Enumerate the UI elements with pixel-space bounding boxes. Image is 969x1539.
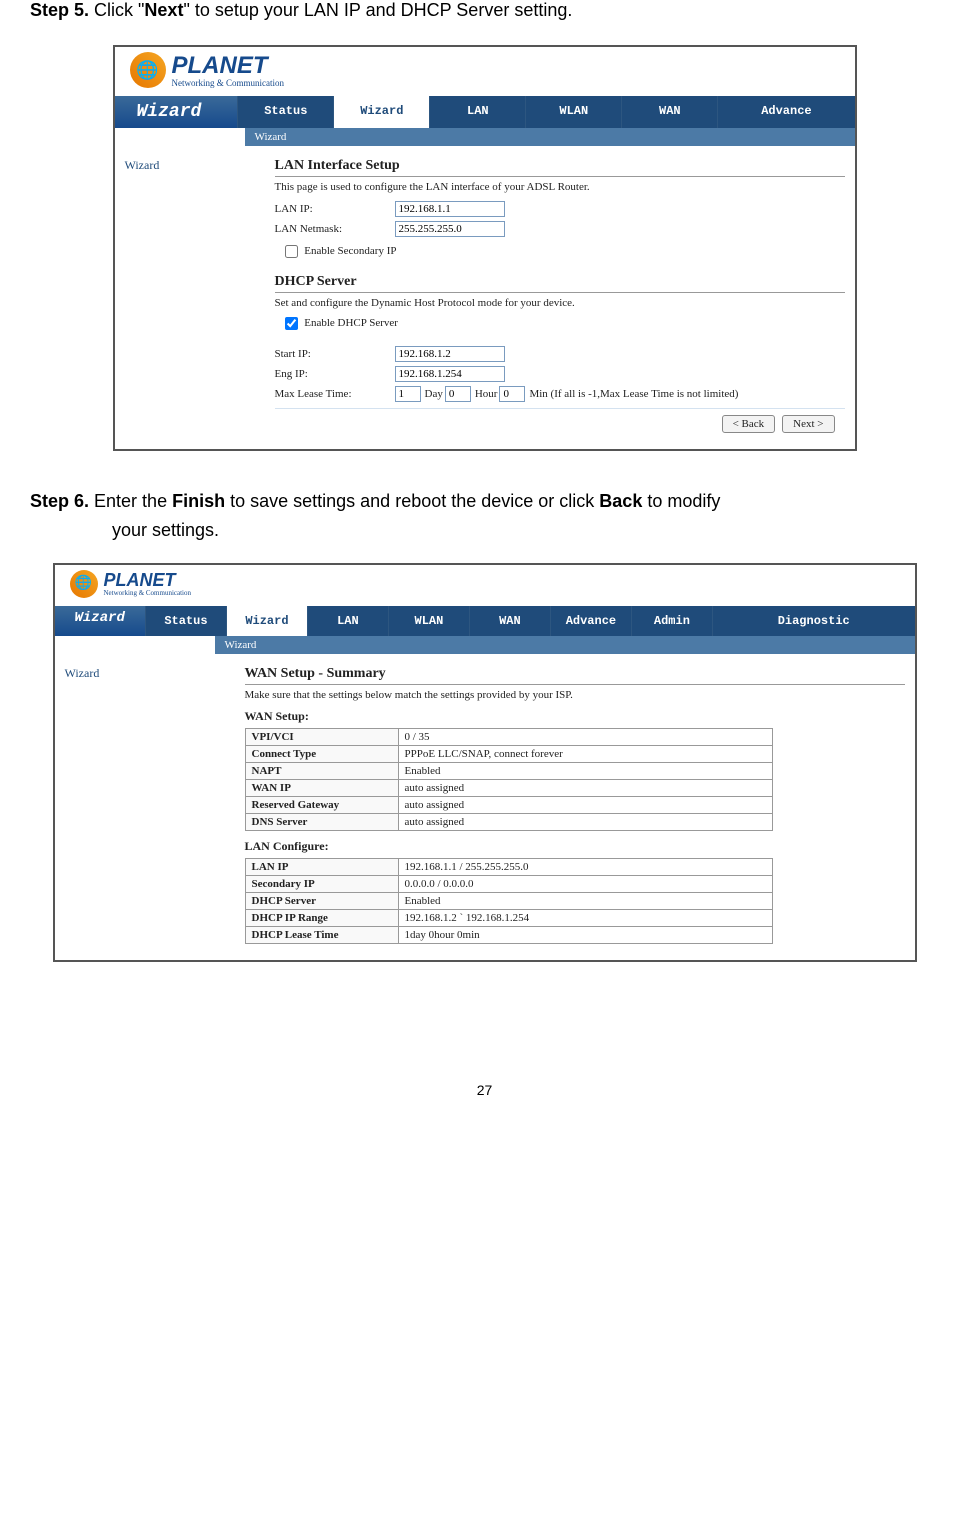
lan-netmask-label: LAN Netmask: xyxy=(275,223,395,235)
content-area-2: Wizard WAN Setup - Summary Make sure tha… xyxy=(55,654,915,960)
enable-secondary-ip-label: Enable Secondary IP xyxy=(304,245,396,257)
step5-prefix: Step 5. xyxy=(30,0,89,20)
page-number: 27 xyxy=(30,1082,939,1098)
row-lan-ip: LAN IP: xyxy=(275,201,845,217)
row-secondary-ip: Enable Secondary IP xyxy=(275,245,845,258)
lease-min-text: Min (If all is -1,Max Lease Time is not … xyxy=(529,388,738,400)
heading-summary: WAN Setup - Summary xyxy=(245,666,905,685)
main-panel: LAN Interface Setup This page is used to… xyxy=(265,146,855,449)
end-ip-input[interactable] xyxy=(395,366,505,382)
nav-wizard[interactable]: Wizard xyxy=(333,96,429,128)
breadcrumb: Wizard xyxy=(215,636,915,654)
step5-next-bold: Next xyxy=(144,0,183,20)
dhcp-desc: Set and configure the Dynamic Host Proto… xyxy=(275,297,845,309)
table-row: Reserved Gatewayauto assigned xyxy=(245,796,772,813)
logo-tagline: Networking & Communication xyxy=(172,78,285,88)
lan-netmask-input[interactable] xyxy=(395,221,505,237)
step6-prefix: Step 6. xyxy=(30,491,89,511)
button-row: < Back Next > xyxy=(275,408,845,441)
step6-finish-bold: Finish xyxy=(172,491,225,511)
nav-status[interactable]: Status xyxy=(145,606,226,636)
nav-status[interactable]: Status xyxy=(237,96,333,128)
end-ip-label: Eng IP: xyxy=(275,368,395,380)
table-row: NAPTEnabled xyxy=(245,762,772,779)
table-row: DHCP IP Range192.168.1.2 ` 192.168.1.254 xyxy=(245,909,772,926)
row-lan-netmask: LAN Netmask: xyxy=(275,221,845,237)
nav-wlan[interactable]: WLAN xyxy=(525,96,621,128)
nav-title: Wizard xyxy=(115,96,238,128)
nav-title: Wizard xyxy=(55,606,145,636)
back-button[interactable]: < Back xyxy=(722,415,776,433)
row-start-ip: Start IP: xyxy=(275,346,845,362)
heading-lan-setup: LAN Interface Setup xyxy=(275,158,845,177)
nav-advance[interactable]: Advance xyxy=(550,606,631,636)
navbar-2: Wizard Status Wizard LAN WLAN WAN Advanc… xyxy=(55,606,915,636)
nav-advance[interactable]: Advance xyxy=(717,96,854,128)
sidebar: Wizard xyxy=(55,654,235,960)
table-row: DNS Serverauto assigned xyxy=(245,813,772,830)
next-button[interactable]: Next > xyxy=(782,415,834,433)
enable-secondary-ip-checkbox[interactable] xyxy=(285,245,298,258)
wan-summary-table: VPI/VCI0 / 35 Connect TypePPPoE LLC/SNAP… xyxy=(245,728,773,831)
sidebar-wizard[interactable]: Wizard xyxy=(125,158,160,172)
enable-dhcp-checkbox[interactable] xyxy=(285,317,298,330)
table-row: Connect TypePPPoE LLC/SNAP, connect fore… xyxy=(245,745,772,762)
lease-hour-input[interactable] xyxy=(445,386,471,402)
heading-lan-configure: LAN Configure: xyxy=(245,839,905,854)
content-area: Wizard LAN Interface Setup This page is … xyxy=(115,146,855,449)
logo-area-2: 🌐 PLANET Networking & Communication xyxy=(55,565,915,606)
sidebar: Wizard xyxy=(115,146,265,449)
enable-dhcp-label: Enable DHCP Server xyxy=(304,317,398,329)
step6-line2: your settings. xyxy=(30,516,939,545)
lease-min-input[interactable] xyxy=(499,386,525,402)
lan-summary-table: LAN IP192.168.1.1 / 255.255.255.0 Second… xyxy=(245,858,773,944)
lease-time-label: Max Lease Time: xyxy=(275,388,395,400)
logo-text: PLANET xyxy=(104,570,192,591)
planet-logo-icon: 🌐 xyxy=(130,52,166,88)
table-row: DHCP ServerEnabled xyxy=(245,892,772,909)
start-ip-input[interactable] xyxy=(395,346,505,362)
table-row: Secondary IP0.0.0.0 / 0.0.0.0 xyxy=(245,875,772,892)
nav-lan[interactable]: LAN xyxy=(429,96,525,128)
row-lease-time: Max Lease Time: Day Hour Min (If all is … xyxy=(275,386,845,402)
lease-hour-text: Hour xyxy=(475,388,498,400)
table-row: DHCP Lease Time1day 0hour 0min xyxy=(245,926,772,943)
logo-tagline: Networking & Communication xyxy=(104,589,192,597)
start-ip-label: Start IP: xyxy=(275,348,395,360)
nav-diagnostic[interactable]: Diagnostic xyxy=(712,606,915,636)
lan-ip-input[interactable] xyxy=(395,201,505,217)
row-enable-dhcp: Enable DHCP Server xyxy=(275,317,845,330)
lan-ip-label: LAN IP: xyxy=(275,203,395,215)
planet-logo-icon: 🌐 xyxy=(70,570,98,598)
lease-day-input[interactable] xyxy=(395,386,421,402)
step5-line: Step 5. Click "Next" to setup your LAN I… xyxy=(30,0,939,21)
step6-line1: Step 6. Enter the Finish to save setting… xyxy=(30,491,939,512)
heading-dhcp: DHCP Server xyxy=(275,274,845,293)
row-end-ip: Eng IP: xyxy=(275,366,845,382)
nav-wlan[interactable]: WLAN xyxy=(388,606,469,636)
nav-wizard[interactable]: Wizard xyxy=(226,606,307,636)
screenshot-step5: 🌐 PLANET Networking & Communication Wiza… xyxy=(113,45,857,451)
lan-desc: This page is used to configure the LAN i… xyxy=(275,181,845,193)
breadcrumb: Wizard xyxy=(245,128,855,146)
heading-wan-setup: WAN Setup: xyxy=(245,709,905,724)
nav-wan[interactable]: WAN xyxy=(621,96,717,128)
table-row: LAN IP192.168.1.1 / 255.255.255.0 xyxy=(245,858,772,875)
logo-area: 🌐 PLANET Networking & Communication xyxy=(115,47,855,96)
nav-admin[interactable]: Admin xyxy=(631,606,712,636)
summary-desc: Make sure that the settings below match … xyxy=(245,689,905,701)
nav-lan[interactable]: LAN xyxy=(307,606,388,636)
screenshot-step6: 🌐 PLANET Networking & Communication Wiza… xyxy=(53,563,917,962)
navbar: Wizard Status Wizard LAN WLAN WAN Advanc… xyxy=(115,96,855,128)
lease-day-text: Day xyxy=(425,388,443,400)
table-row: WAN IPauto assigned xyxy=(245,779,772,796)
nav-wan[interactable]: WAN xyxy=(469,606,550,636)
step6-back-bold: Back xyxy=(599,491,642,511)
table-row: VPI/VCI0 / 35 xyxy=(245,728,772,745)
logo-text: PLANET xyxy=(172,52,285,80)
main-panel-2: WAN Setup - Summary Make sure that the s… xyxy=(235,654,915,960)
sidebar-wizard[interactable]: Wizard xyxy=(65,666,100,680)
